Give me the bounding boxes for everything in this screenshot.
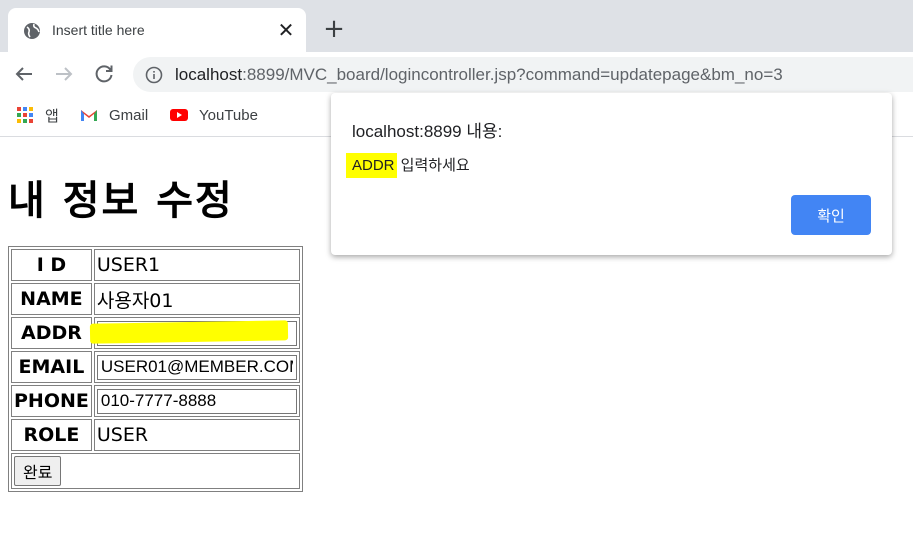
bookmark-apps[interactable]: 앱 <box>16 105 59 125</box>
role-value: USER <box>93 419 300 451</box>
browser-toolbar: localhost:8899/MVC_board/logincontroller… <box>0 52 913 96</box>
table-row: ROLE USER <box>11 419 300 451</box>
close-icon[interactable]: ✕ <box>276 20 296 40</box>
email-cell <box>93 351 300 383</box>
phone-cell <box>93 385 300 417</box>
bookmark-label: Gmail <box>109 106 149 124</box>
youtube-icon <box>170 109 188 121</box>
addr-label: ADDR <box>11 317 92 349</box>
profile-form-table: I D USER1 NAME 사용자01 ADDR EMAIL PHONE RO… <box>8 246 303 492</box>
submit-button[interactable]: 완료 <box>14 456 62 486</box>
table-row: NAME 사용자01 <box>11 283 300 315</box>
id-label: I D <box>11 249 92 281</box>
globe-icon <box>24 23 40 39</box>
bookmark-gmail[interactable]: Gmail <box>80 105 148 125</box>
bookmark-label: 앱 <box>45 107 59 125</box>
table-row: I D USER1 <box>11 249 300 281</box>
phone-input[interactable] <box>96 388 297 414</box>
dialog-message: ADDR 입력하세요 <box>346 153 470 178</box>
tab-title: Insert title here <box>52 22 145 38</box>
apps-grid-icon <box>17 107 33 123</box>
submit-cell: 완료 <box>11 453 300 489</box>
phone-label: PHONE <box>11 385 92 417</box>
email-input[interactable] <box>96 354 297 380</box>
address-bar[interactable]: localhost:8899/MVC_board/logincontroller… <box>133 57 913 92</box>
email-label: EMAIL <box>11 351 92 383</box>
dialog-title: localhost:8899 내용: <box>352 122 503 141</box>
bookmark-label: YouTube <box>199 106 258 124</box>
name-value: 사용자01 <box>93 283 300 315</box>
table-row: EMAIL <box>11 351 300 383</box>
tab-strip: Insert title here ✕ + <box>0 0 913 52</box>
dialog-message-highlight: ADDR <box>346 153 397 178</box>
ok-button[interactable]: 확인 <box>791 195 871 235</box>
role-label: ROLE <box>11 419 92 451</box>
alert-dialog: localhost:8899 내용: ADDR 입력하세요 확인 <box>331 93 892 255</box>
gmail-icon <box>81 110 97 121</box>
table-row: 완료 <box>11 453 300 489</box>
id-value: USER1 <box>93 249 300 281</box>
table-row: PHONE <box>11 385 300 417</box>
addr-highlight-mark <box>89 320 289 344</box>
forward-arrow-icon[interactable] <box>52 62 76 86</box>
name-label: NAME <box>11 283 92 315</box>
url-text: localhost:8899/MVC_board/logincontroller… <box>175 65 783 84</box>
info-icon[interactable] <box>145 66 163 84</box>
dialog-message-rest: 입력하세요 <box>396 157 470 174</box>
browser-tab[interactable]: Insert title here ✕ <box>8 8 306 52</box>
page-title: 내 정보 수정 <box>8 178 234 224</box>
new-tab-button[interactable]: + <box>322 16 346 42</box>
bookmark-youtube[interactable]: YouTube <box>170 105 258 125</box>
reload-icon[interactable] <box>92 62 116 86</box>
back-arrow-icon[interactable] <box>12 62 36 86</box>
